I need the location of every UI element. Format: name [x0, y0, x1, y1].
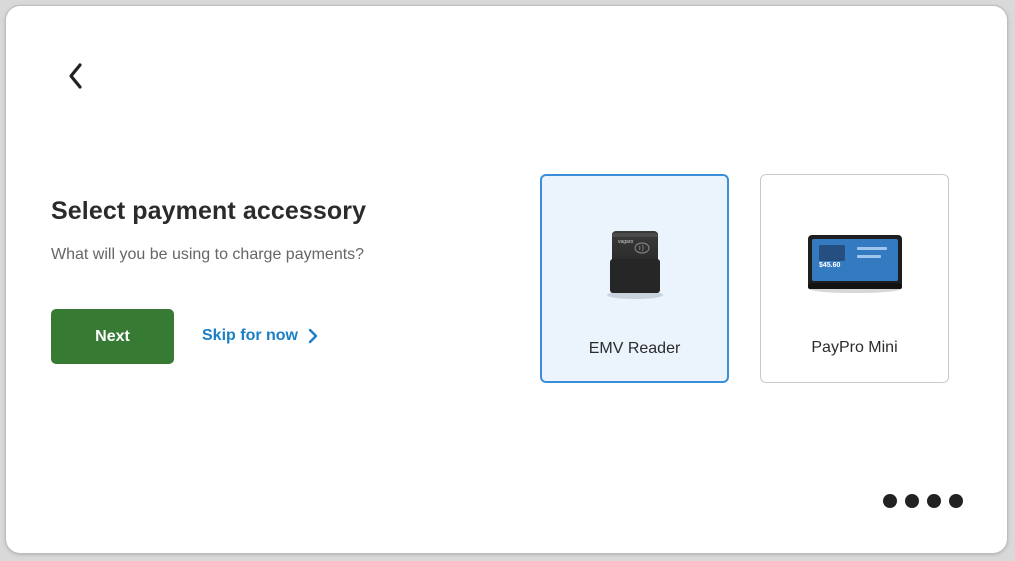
reader-brand-text: vagaro [618, 239, 634, 245]
chevron-left-icon [69, 63, 82, 89]
pagination-dot [883, 494, 897, 508]
skip-label: Skip for now [202, 327, 298, 344]
paypro-mini-image: $45.60 [761, 215, 948, 305]
emv-reader-image: vagaro [542, 216, 727, 306]
pagination-dots [883, 494, 963, 508]
page-subtitle: What will you be using to charge payment… [51, 246, 365, 263]
accessory-label: PayPro Mini [811, 339, 898, 356]
paypro-screen-amount: $45.60 [819, 262, 841, 269]
accessory-label: EMV Reader [588, 340, 681, 357]
pagination-dot [905, 494, 919, 508]
accessory-card-paypro-mini[interactable]: $45.60 PayPro Mini [760, 174, 949, 383]
pagination-dot [949, 494, 963, 508]
back-button[interactable] [56, 56, 96, 96]
next-button[interactable]: Next [51, 309, 174, 364]
onboarding-dialog: Select payment accessory What will you b… [6, 6, 1007, 553]
accessory-card-emv-reader[interactable]: vagaro EMV Reader [540, 174, 729, 383]
pagination-dot [927, 494, 941, 508]
skip-for-now-link[interactable]: Skip for now [202, 324, 318, 348]
chevron-right-icon [308, 328, 318, 344]
page-title: Select payment accessory [51, 197, 367, 225]
